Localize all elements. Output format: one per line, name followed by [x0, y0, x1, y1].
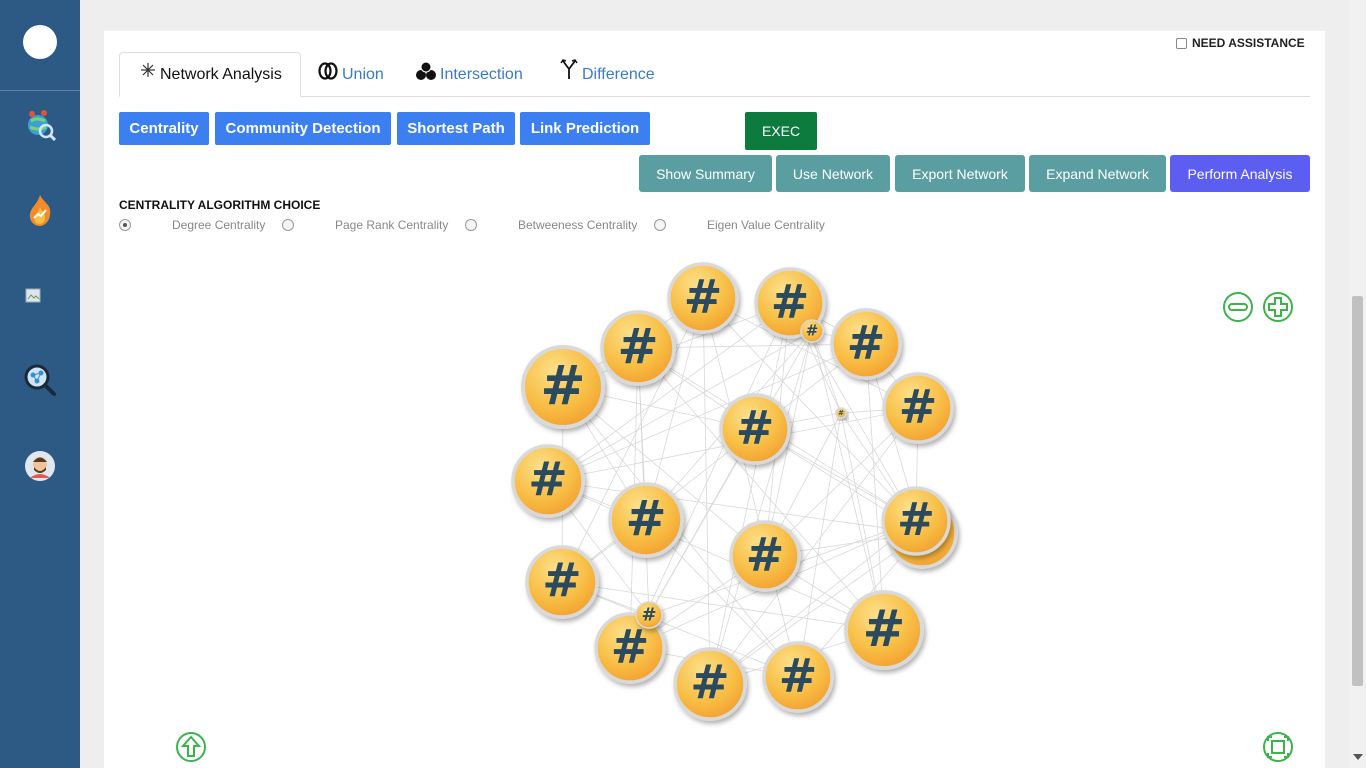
graph-node[interactable]: #	[881, 486, 951, 556]
tab-network-analysis[interactable]: Network Analysis	[119, 52, 301, 97]
graph-edge	[561, 343, 867, 583]
graph-node[interactable]: #	[667, 262, 739, 334]
graph-node[interactable]: #	[835, 407, 847, 419]
node-hash-label: #	[847, 315, 886, 369]
graph-edge	[561, 581, 799, 678]
network-graph[interactable]: ####################	[104, 240, 1314, 740]
node-hash-label: #	[736, 400, 775, 454]
graph-node[interactable]: #	[844, 590, 924, 670]
node-hash-label: #	[746, 527, 785, 581]
graph-node[interactable]: #	[762, 641, 834, 713]
avatar-icon[interactable]	[0, 449, 80, 483]
asterisk-icon	[141, 62, 155, 77]
graph-edge	[702, 297, 711, 685]
tab-label: Network Analysis	[160, 65, 282, 83]
graph-edge	[547, 480, 923, 534]
node-hash-label: #	[806, 322, 819, 340]
tab-label: Union	[342, 65, 384, 83]
node-hash-label: #	[897, 493, 935, 546]
show-summary-button[interactable]: Show Summary	[639, 155, 772, 192]
community-detection-button[interactable]: Community Detection	[215, 112, 391, 145]
radio-label-page-rank: Page Rank Centrality	[335, 218, 449, 232]
expand-network-button[interactable]: Expand Network	[1029, 155, 1166, 192]
link-prediction-button[interactable]: Link Prediction	[520, 112, 650, 145]
centrality-button[interactable]: Centrality	[119, 112, 209, 145]
radio-degree-centrality[interactable]	[119, 219, 131, 231]
radio-label-betweeness: Betweeness Centrality	[518, 218, 638, 232]
node-hash-label: #	[641, 604, 656, 625]
need-assistance-checkbox[interactable]	[1176, 37, 1187, 49]
circles-cluster-icon	[416, 61, 436, 80]
node-hash-label: #	[771, 274, 810, 328]
graph-node[interactable]: #	[729, 520, 801, 592]
radio-betweeness-centrality[interactable]	[465, 219, 477, 231]
graph-node[interactable]: #	[830, 308, 902, 380]
graph-search-icon[interactable]	[0, 363, 80, 397]
scroll-down-arrow-icon[interactable]	[1353, 754, 1363, 760]
broken-image-icon[interactable]	[0, 286, 80, 306]
need-assistance-toggle[interactable]: NEED ASSISTANCE	[1176, 36, 1305, 50]
graph-node[interactable]: #	[521, 345, 605, 429]
logo-icon[interactable]	[0, 25, 80, 59]
graph-node[interactable]: #	[511, 444, 585, 518]
node-hash-label: #	[540, 354, 585, 417]
tab-union[interactable]: Union	[318, 52, 384, 97]
algorithm-choice-title: CENTRALITY ALGORITHM CHOICE	[119, 198, 321, 212]
perform-analysis-button[interactable]: Perform Analysis	[1170, 155, 1310, 192]
graph-node[interactable]: #	[525, 545, 599, 619]
node-hash-label: #	[684, 269, 723, 323]
node-hash-label: #	[542, 554, 581, 609]
need-assistance-label: NEED ASSISTANCE	[1192, 36, 1305, 50]
node-hash-label: #	[838, 409, 844, 417]
graph-edge	[702, 297, 799, 678]
tab-label: Intersection	[440, 65, 523, 83]
radio-label-eigen: Eigen Value Centrality	[707, 218, 825, 232]
radio-page-rank-centrality[interactable]	[282, 219, 294, 231]
tab-label: Difference	[582, 65, 655, 83]
fork-icon	[560, 58, 578, 79]
globe-network-icon[interactable]	[0, 108, 80, 142]
node-hash-label: #	[528, 453, 567, 508]
rings-icon	[318, 61, 338, 80]
graph-node[interactable]: #	[800, 319, 824, 343]
tab-intersection[interactable]: Intersection	[416, 52, 523, 97]
node-hash-label: #	[617, 318, 658, 375]
graph-node[interactable]: #	[673, 647, 747, 721]
graph-node[interactable]: #	[635, 601, 663, 629]
graph-node[interactable]: #	[600, 310, 676, 386]
graph-nodes: ####################	[511, 262, 958, 721]
sidebar	[0, 0, 80, 768]
zoom-out-icon[interactable]	[1222, 291, 1254, 323]
tab-difference[interactable]: Difference	[560, 52, 655, 97]
node-hash-label: #	[690, 656, 729, 711]
shortest-path-button[interactable]: Shortest Path	[397, 112, 515, 145]
scrollbar-thumb[interactable]	[1352, 296, 1363, 686]
graph-node[interactable]: #	[719, 393, 791, 465]
radio-label-degree: Degree Centrality	[172, 218, 266, 232]
node-hash-label: #	[863, 600, 906, 659]
arrow-up-icon[interactable]	[175, 731, 207, 763]
graph-node[interactable]: #	[882, 372, 954, 444]
zoom-in-icon[interactable]	[1262, 291, 1294, 323]
node-hash-label: #	[779, 648, 818, 702]
fit-screen-icon[interactable]	[1262, 731, 1294, 763]
sidebar-divider	[0, 90, 80, 91]
graph-node[interactable]: #	[608, 482, 684, 558]
graph-edge	[797, 412, 842, 678]
fire-trend-icon[interactable]	[0, 193, 80, 227]
export-network-button[interactable]: Export Network	[895, 155, 1025, 192]
exec-button[interactable]: EXEC	[745, 112, 817, 150]
node-hash-label: #	[625, 490, 666, 547]
node-hash-label: #	[899, 379, 938, 433]
use-network-button[interactable]: Use Network	[776, 155, 890, 192]
radio-eigen-value-centrality[interactable]	[654, 219, 666, 231]
